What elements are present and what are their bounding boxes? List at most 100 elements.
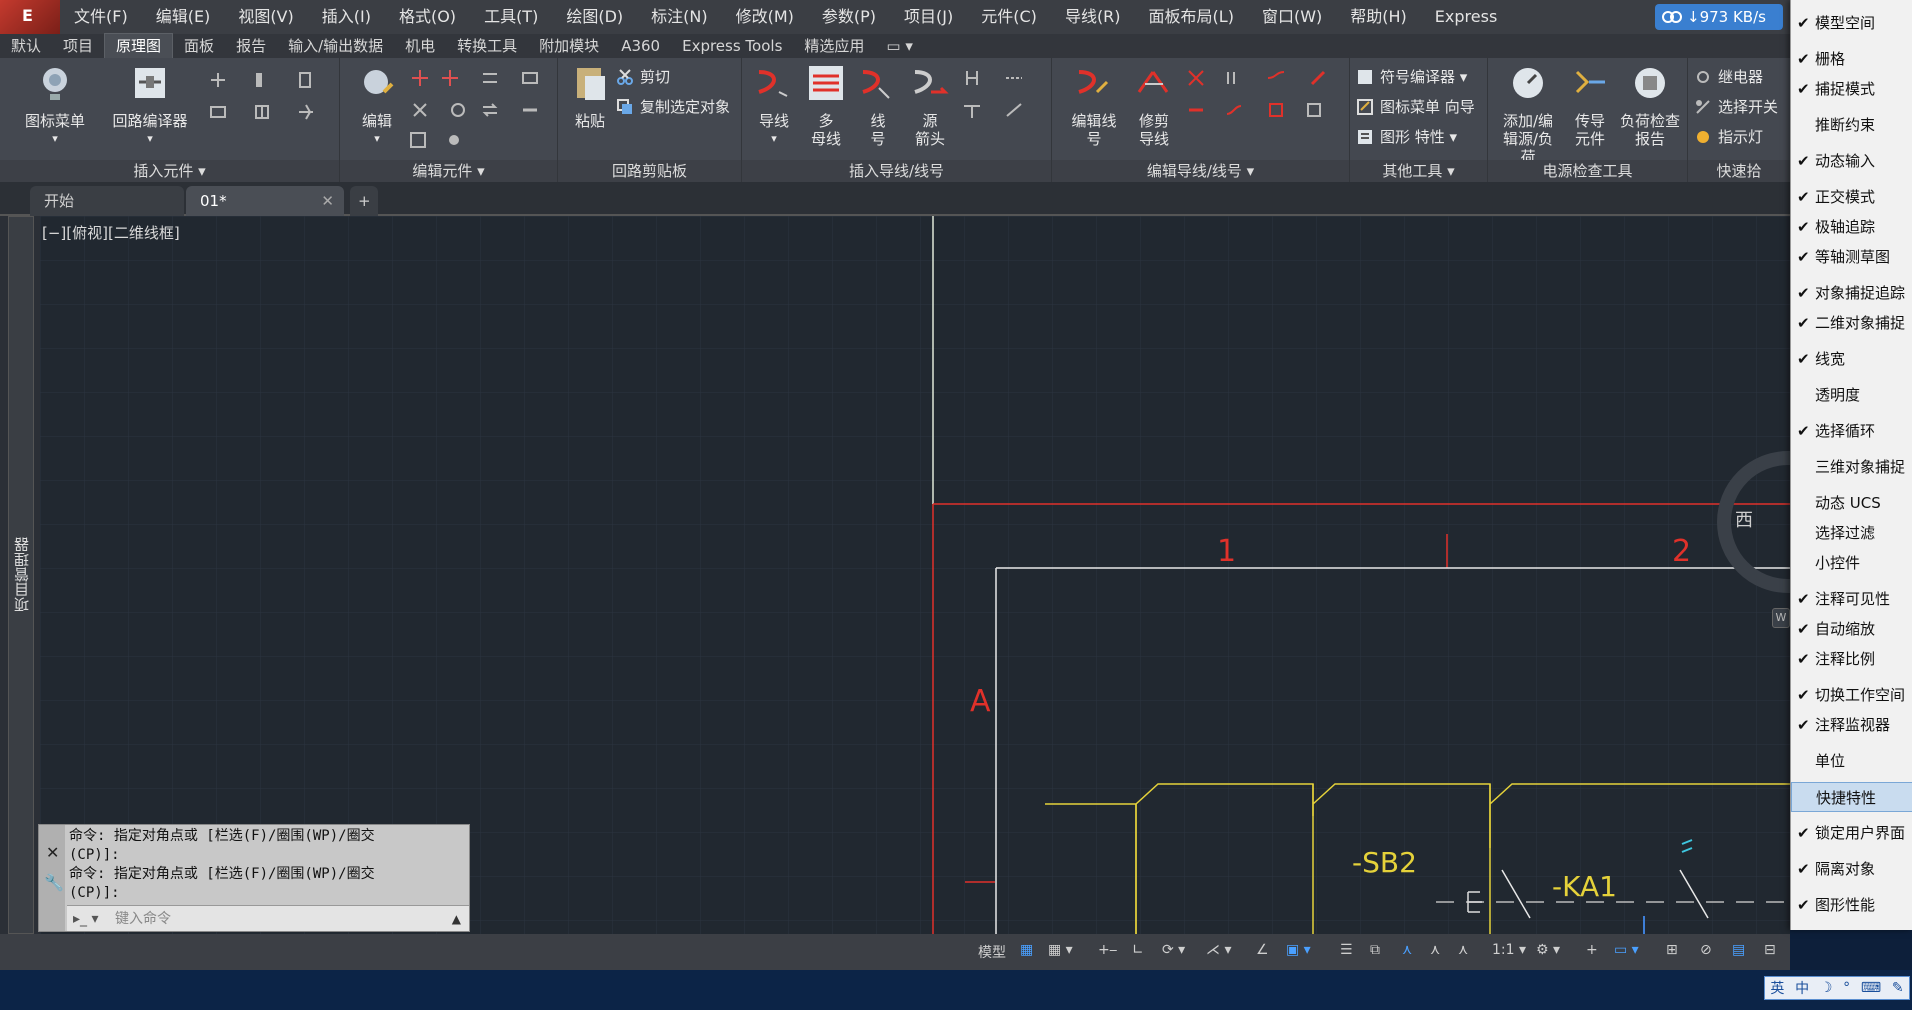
menu-item-toggle[interactable]: ✔ 图形性能 [1791, 890, 1912, 920]
object-snap-tracking-icon[interactable]: ∠ [1256, 942, 1269, 962]
menu-draw[interactable]: 绘图(D) [552, 0, 637, 34]
multi-bus-button[interactable]: 多母线 [804, 62, 848, 148]
insert-splice-icon[interactable] [296, 70, 316, 90]
wire-gap-icon[interactable] [1004, 100, 1024, 120]
app-logo[interactable]: E [0, 0, 60, 34]
tab-a360[interactable]: A360 [610, 34, 671, 58]
infer-constraints-icon[interactable]: +⎯ [1098, 942, 1117, 962]
network-speed-widget[interactable]: ↓973 KB/s [1655, 4, 1783, 30]
relay-button[interactable]: 继电器 [1694, 66, 1763, 87]
menu-view[interactable]: 视图(V) [224, 0, 307, 34]
menu-item-toggle[interactable]: ✔ 注释比例 [1791, 644, 1912, 674]
menu-item-toggle[interactable]: ✔ 对象捕捉追踪 [1791, 278, 1912, 308]
scoot-icon[interactable] [520, 68, 540, 88]
menu-item-toggle[interactable]: 单位 [1791, 746, 1912, 776]
toggle-wire-icon[interactable] [1224, 100, 1244, 120]
swap-icon[interactable] [480, 100, 500, 120]
menu-item-toggle[interactable]: ✔ 锁定用户界面 [1791, 818, 1912, 848]
ime-tools-icon[interactable]: ✎ [1892, 980, 1904, 996]
menu-item-toggle[interactable]: ✔ 选择循环 [1791, 416, 1912, 446]
ribbon-options-toggle[interactable]: ▭ ▾ [875, 34, 923, 58]
ime-keyboard-icon[interactable]: ⌨ [1861, 980, 1881, 996]
snap-icon[interactable]: ▦ ▾ [1048, 942, 1073, 962]
tab-reports[interactable]: 报告 [225, 34, 277, 58]
ortho-icon[interactable]: ∟ [1132, 942, 1144, 962]
circuit-builder-button[interactable]: 回路编译器 ▾ [108, 62, 192, 148]
menu-item-toggle[interactable]: 选择过滤 [1791, 518, 1912, 548]
ladder-icon[interactable] [962, 68, 982, 88]
menu-tools[interactable]: 工具(T) [470, 0, 552, 34]
trim-wire-button[interactable]: 修剪 导线 [1130, 62, 1178, 148]
annotation-scale-dropdown[interactable]: 1:1 ▾ [1492, 942, 1526, 962]
menu-item-toggle[interactable]: ✔ 捕捉模式 [1791, 74, 1912, 104]
lineweight-icon[interactable]: ☰ [1340, 942, 1353, 962]
menu-item-toggle[interactable]: 动态 UCS [1791, 488, 1912, 518]
tab-panel[interactable]: 面板 [173, 34, 225, 58]
swap-wire-icon[interactable] [1304, 100, 1324, 120]
menu-item-toggle[interactable]: 小控件 [1791, 548, 1912, 578]
command-window-handle[interactable]: ✕ 🔧 [39, 825, 65, 931]
ime-punctuation-icon[interactable]: ° [1843, 980, 1850, 996]
edit-button[interactable]: 编辑 ▾ [352, 62, 402, 148]
polar-tracking-icon[interactable]: ⟳ ▾ [1162, 942, 1185, 962]
transparency-icon[interactable]: ⧉ [1370, 942, 1380, 962]
menu-help[interactable]: 帮助(H) [1336, 0, 1421, 34]
tab-express-tools[interactable]: Express Tools [671, 34, 793, 58]
wire-color-icon[interactable] [1308, 68, 1328, 88]
insert-component-small-icon[interactable] [208, 70, 228, 90]
menu-item-toggle[interactable]: ✔ 切换工作空间 [1791, 680, 1912, 710]
tab-project[interactable]: 项目 [52, 34, 104, 58]
delete-wire-number-icon[interactable] [1186, 68, 1206, 88]
insert-plc-icon[interactable] [296, 102, 316, 122]
delete-component-icon[interactable] [410, 100, 430, 120]
edit-wire-number-button[interactable]: 编辑线号 [1066, 62, 1122, 148]
tab-drawing-01[interactable]: 01* ✕ [186, 186, 344, 216]
menu-file[interactable]: 文件(F) [60, 0, 142, 34]
load-check-report-button[interactable]: 负荷检查 报告 [1616, 62, 1684, 148]
ime-english-icon[interactable]: 英 [1770, 978, 1784, 998]
menu-item-toggle[interactable]: ✔ 注释监视器 [1791, 710, 1912, 740]
wrench-icon[interactable]: 🔧 [44, 873, 64, 892]
menu-item-toggle[interactable]: ✔ 注释可见性 [1791, 584, 1912, 614]
quick-properties-icon[interactable]: ⊞ [1666, 942, 1678, 962]
menu-item-toggle[interactable]: ✔ 线宽 [1791, 344, 1912, 374]
isolate-objects-icon[interactable]: ⊘ [1700, 942, 1712, 962]
close-icon[interactable]: ✕ [46, 843, 59, 862]
insert-connector-icon[interactable] [252, 70, 272, 90]
tab-electromechanical[interactable]: 机电 [394, 34, 446, 58]
panel-insert-components-title[interactable]: 插入元件 ▾ [0, 160, 339, 182]
menu-parametric[interactable]: 参数(P) [808, 0, 890, 34]
menu-item-toggle[interactable]: ✔ 模型空间 [1791, 8, 1912, 38]
menu-item-toggle[interactable]: ✔ 动态输入 [1791, 146, 1912, 176]
wcs-menu-icon[interactable]: W [1772, 608, 1790, 628]
tab-default[interactable]: 默认 [0, 34, 52, 58]
viewport-controls[interactable]: [−][俯视][二维线框] [42, 222, 180, 243]
object-snap-icon[interactable]: ▣ ▾ [1286, 942, 1311, 962]
menu-wires[interactable]: 导线(R) [1051, 0, 1135, 34]
menu-item-toggle[interactable]: ✔ 极轴追踪 [1791, 212, 1912, 242]
paste-button[interactable]: 粘贴 [568, 62, 612, 130]
attribute-icon[interactable] [408, 130, 428, 150]
drawing-properties-button[interactable]: 图形 特性 ▾ [1356, 126, 1457, 147]
close-tab-icon[interactable]: ✕ [321, 186, 334, 216]
copy-selected-button[interactable]: 复制选定对象 [616, 96, 730, 117]
insert-panel-icon[interactable] [252, 102, 272, 122]
menu-edit[interactable]: 编辑(E) [142, 0, 225, 34]
toggle-no-nc-icon[interactable] [444, 130, 464, 150]
menu-item-toggle[interactable]: ✔ 栅格 [1791, 44, 1912, 74]
tab-start[interactable]: 开始 [30, 186, 184, 216]
source-arrow-button[interactable]: 源箭头 [908, 62, 952, 148]
menu-express[interactable]: Express [1421, 0, 1511, 34]
annotation-scale-icon[interactable]: ⋏ [1458, 942, 1468, 962]
units-icon[interactable]: ▭ ▾ [1614, 942, 1639, 962]
cut-button[interactable]: 剪切 [616, 66, 670, 87]
model-space-button[interactable]: 模型 [978, 942, 1006, 962]
stretch-wire-icon[interactable] [1266, 68, 1286, 88]
copy-component-icon[interactable] [440, 68, 460, 88]
move-component-icon[interactable] [410, 68, 430, 88]
panel-edit-components-title[interactable]: 编辑元件 ▾ [340, 160, 557, 182]
wire-tee-icon[interactable] [962, 100, 982, 120]
tab-conversion[interactable]: 转换工具 [446, 34, 528, 58]
menu-panel-layout[interactable]: 面板布局(L) [1135, 0, 1248, 34]
graphics-performance-icon[interactable]: ▤ [1732, 942, 1745, 962]
